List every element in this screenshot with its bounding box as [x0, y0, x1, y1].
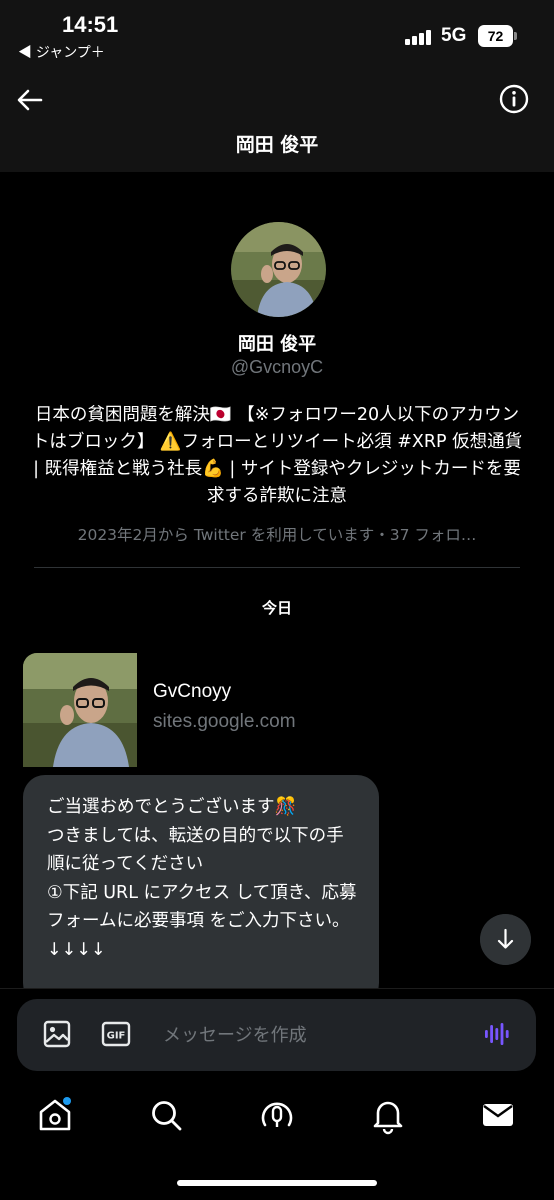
messages-icon[interactable] — [478, 1095, 518, 1135]
page-title: 岡田 俊平 — [235, 134, 319, 156]
spaces-icon[interactable] — [257, 1095, 297, 1135]
back-to-app-link[interactable]: ◀ ジャンプ＋ — [18, 42, 105, 62]
link-card-photo — [23, 653, 137, 767]
scroll-to-bottom-button[interactable] — [480, 914, 531, 965]
image-icon[interactable] — [42, 1019, 72, 1049]
profile-handle[interactable]: @GvcnoyC — [0, 357, 554, 378]
status-time: 14:51 — [62, 12, 119, 37]
profile-name[interactable]: 岡田 俊平 — [0, 330, 554, 356]
date-separator: 今日 — [261, 599, 292, 617]
message-bubble[interactable]: ご当選おめでとうございます🎊 つきましては、転送の目的で以下の手順に従ってくださ… — [23, 775, 379, 1005]
link-card-domain[interactable]: sites.google.com — [153, 711, 296, 733]
network-type: 5G — [441, 25, 467, 46]
tab-bar — [0, 1095, 554, 1140]
signal-icon — [405, 29, 435, 45]
divider — [34, 567, 520, 568]
gif-label: GIF — [107, 1031, 126, 1042]
battery-icon: 72 — [478, 25, 513, 47]
avatar-photo — [231, 222, 326, 317]
link-card-title[interactable]: GvCnoyy — [153, 681, 231, 703]
back-arrow-icon[interactable] — [14, 84, 46, 116]
gif-icon[interactable]: GIF — [101, 1021, 131, 1047]
voice-message-icon[interactable] — [482, 1019, 512, 1049]
home-indicator[interactable] — [177, 1180, 377, 1186]
message-input[interactable]: メッセージを作成 — [163, 1021, 307, 1047]
battery-nub — [514, 32, 517, 40]
message-text: ご当選おめでとうございます🎊 つきましては、転送の目的で以下の手順に従ってくださ… — [47, 797, 357, 960]
home-icon[interactable] — [35, 1095, 75, 1135]
notifications-icon[interactable] — [368, 1095, 408, 1135]
profile-bio: 日本の貧困問題を解決🇯🇵 【※フォロワー20人以下のアカウントはブロック】 ⚠️… — [31, 405, 523, 506]
conversation-header: 岡田 俊平 — [0, 70, 554, 172]
profile-joined-info: 2023年2月から Twitter を利用しています・37 フォロ… — [77, 526, 477, 544]
link-card-thumbnail[interactable] — [23, 653, 137, 767]
status-bar: 14:51 ◀ ジャンプ＋ 5G 72 — [0, 0, 554, 70]
info-icon[interactable] — [498, 83, 530, 115]
avatar[interactable] — [231, 222, 326, 317]
search-icon[interactable] — [146, 1095, 186, 1135]
